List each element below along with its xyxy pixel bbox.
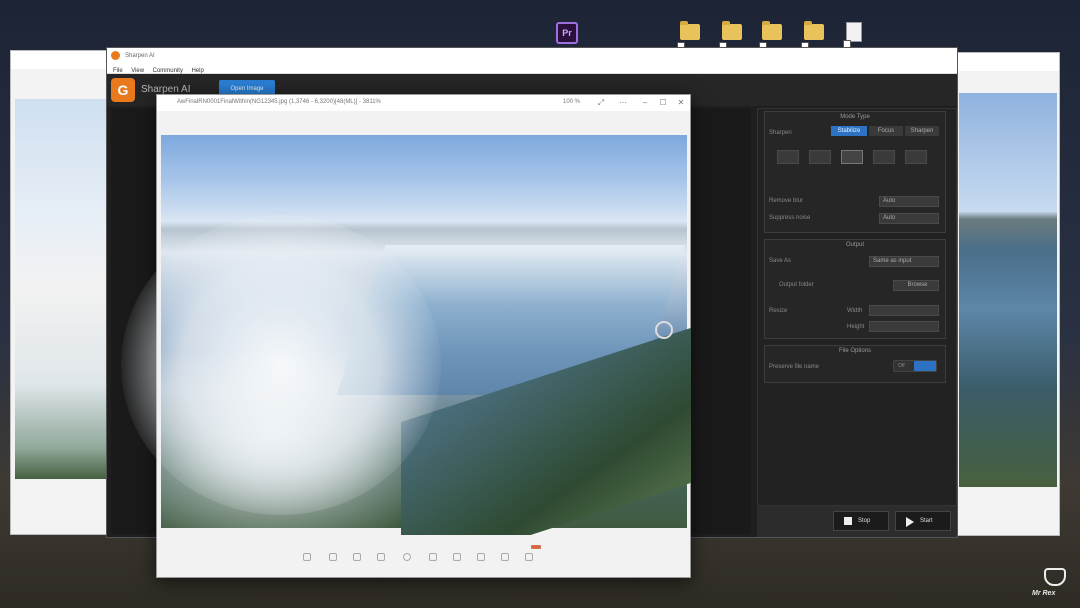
- suppress-noise-select[interactable]: Auto: [879, 213, 939, 224]
- viewer-toolbar: [157, 535, 690, 577]
- app-logo-icon: [111, 51, 120, 60]
- file-options-section: File Options Preserve file name Off: [764, 345, 946, 383]
- mist-cloud: [121, 215, 441, 515]
- viewer-title: AwFinalRN0001FinalWithin(NG12345.jpg (1,…: [177, 99, 381, 105]
- next-icon[interactable]: [501, 553, 509, 561]
- mode-option-sharpen[interactable]: Sharpen: [905, 126, 939, 136]
- toggle-knob: [914, 361, 936, 371]
- rex-logo-icon: [1044, 568, 1066, 586]
- settings-panel: Mode Type Sharpen Stabilize Focus Sharpe…: [757, 108, 957, 506]
- more-icon[interactable]: [525, 553, 533, 561]
- model-option-2[interactable]: [809, 150, 831, 164]
- status-indicator: [531, 545, 541, 549]
- action-bar: Stop Start: [757, 506, 957, 537]
- document-shortcut-icon[interactable]: [843, 22, 868, 48]
- resize-label: Resize: [769, 308, 788, 314]
- width-input[interactable]: [869, 305, 939, 316]
- edit-icon[interactable]: [429, 553, 437, 561]
- mode-label: Sharpen: [769, 130, 792, 136]
- model-option-1[interactable]: [777, 150, 799, 164]
- section-title: Output: [845, 242, 864, 248]
- watermark-logo-icon: [655, 321, 673, 339]
- width-label: Width: [847, 308, 863, 314]
- suppress-noise-label: Suppress noise: [769, 215, 811, 221]
- model-option-5[interactable]: [905, 150, 927, 164]
- info-icon[interactable]: [403, 553, 411, 561]
- app-titlebar[interactable]: Sharpen AI: [107, 48, 957, 64]
- waterfall-photo: [959, 93, 1057, 487]
- zoom-level: 100 %: [562, 99, 580, 105]
- topaz-logo-icon: G: [111, 78, 135, 102]
- folder-shortcut-icon[interactable]: [719, 21, 744, 50]
- mode-option-focus[interactable]: Focus: [869, 126, 903, 136]
- start-label: Start: [920, 518, 933, 524]
- preserve-name-label: Preserve file name: [769, 364, 820, 370]
- section-title: File Options: [838, 348, 871, 354]
- maximize-icon[interactable]: ☐: [658, 98, 668, 108]
- model-option-3[interactable]: [841, 150, 863, 164]
- save-as-label: Save As: [769, 258, 792, 264]
- menu-bar: File View Community Help: [107, 64, 957, 74]
- watermark-text: Mr Rex: [1032, 590, 1056, 597]
- background-photo-window-right[interactable]: [940, 52, 1060, 536]
- window-titlebar[interactable]: [941, 53, 1059, 71]
- app-title: Sharpen AI: [125, 53, 155, 59]
- mode-section: Mode Type Sharpen Stabilize Focus Sharpe…: [764, 111, 946, 233]
- folder-shortcut-icon[interactable]: [677, 21, 702, 50]
- toggle-off-label: Off: [898, 363, 905, 369]
- undo-icon[interactable]: [329, 553, 337, 561]
- viewer-titlebar[interactable]: AwFinalRN0001FinalWithin(NG12345.jpg (1,…: [157, 95, 690, 111]
- niagara-falls-photo: [121, 135, 691, 578]
- prev-icon[interactable]: [477, 553, 485, 561]
- premiere-app-icon[interactable]: Pr: [556, 22, 578, 44]
- mode-option-stabilize[interactable]: Stabilize: [831, 126, 867, 136]
- stop-label: Stop: [858, 518, 871, 524]
- stop-icon: [844, 517, 852, 525]
- crop-icon[interactable]: [353, 553, 361, 561]
- waterfall-photo: [15, 99, 115, 479]
- height-input[interactable]: [869, 321, 939, 332]
- model-option-4[interactable]: [873, 150, 895, 164]
- more-options-icon[interactable]: ⋯: [618, 98, 628, 108]
- share-icon[interactable]: [453, 553, 461, 561]
- output-folder-label: Output folder: [779, 282, 814, 288]
- play-icon: [906, 517, 914, 527]
- folder-shortcut-icon[interactable]: [801, 21, 826, 50]
- save-as-select[interactable]: Same as input: [869, 256, 939, 267]
- photo-viewer-window[interactable]: AwFinalRN0001FinalWithin(NG12345.jpg (1,…: [121, 94, 691, 578]
- height-label: Height: [847, 324, 865, 330]
- output-section: Output Save As Same as input Output fold…: [764, 239, 946, 339]
- minimize-icon[interactable]: –: [640, 98, 650, 108]
- fullscreen-icon[interactable]: ⤢: [596, 98, 606, 108]
- browse-button[interactable]: Browse: [893, 280, 939, 291]
- remove-blur-label: Remove blur: [769, 198, 804, 204]
- preserve-name-toggle[interactable]: Off: [893, 360, 937, 372]
- section-title: Mode Type: [840, 114, 870, 120]
- start-button[interactable]: Start: [895, 511, 951, 531]
- rotate-icon[interactable]: [303, 553, 311, 561]
- close-icon[interactable]: ✕: [676, 98, 686, 108]
- folder-shortcut-icon[interactable]: [759, 21, 784, 50]
- stop-button[interactable]: Stop: [833, 511, 889, 531]
- remove-blur-select[interactable]: Auto: [879, 196, 939, 207]
- adjust-icon[interactable]: [377, 553, 385, 561]
